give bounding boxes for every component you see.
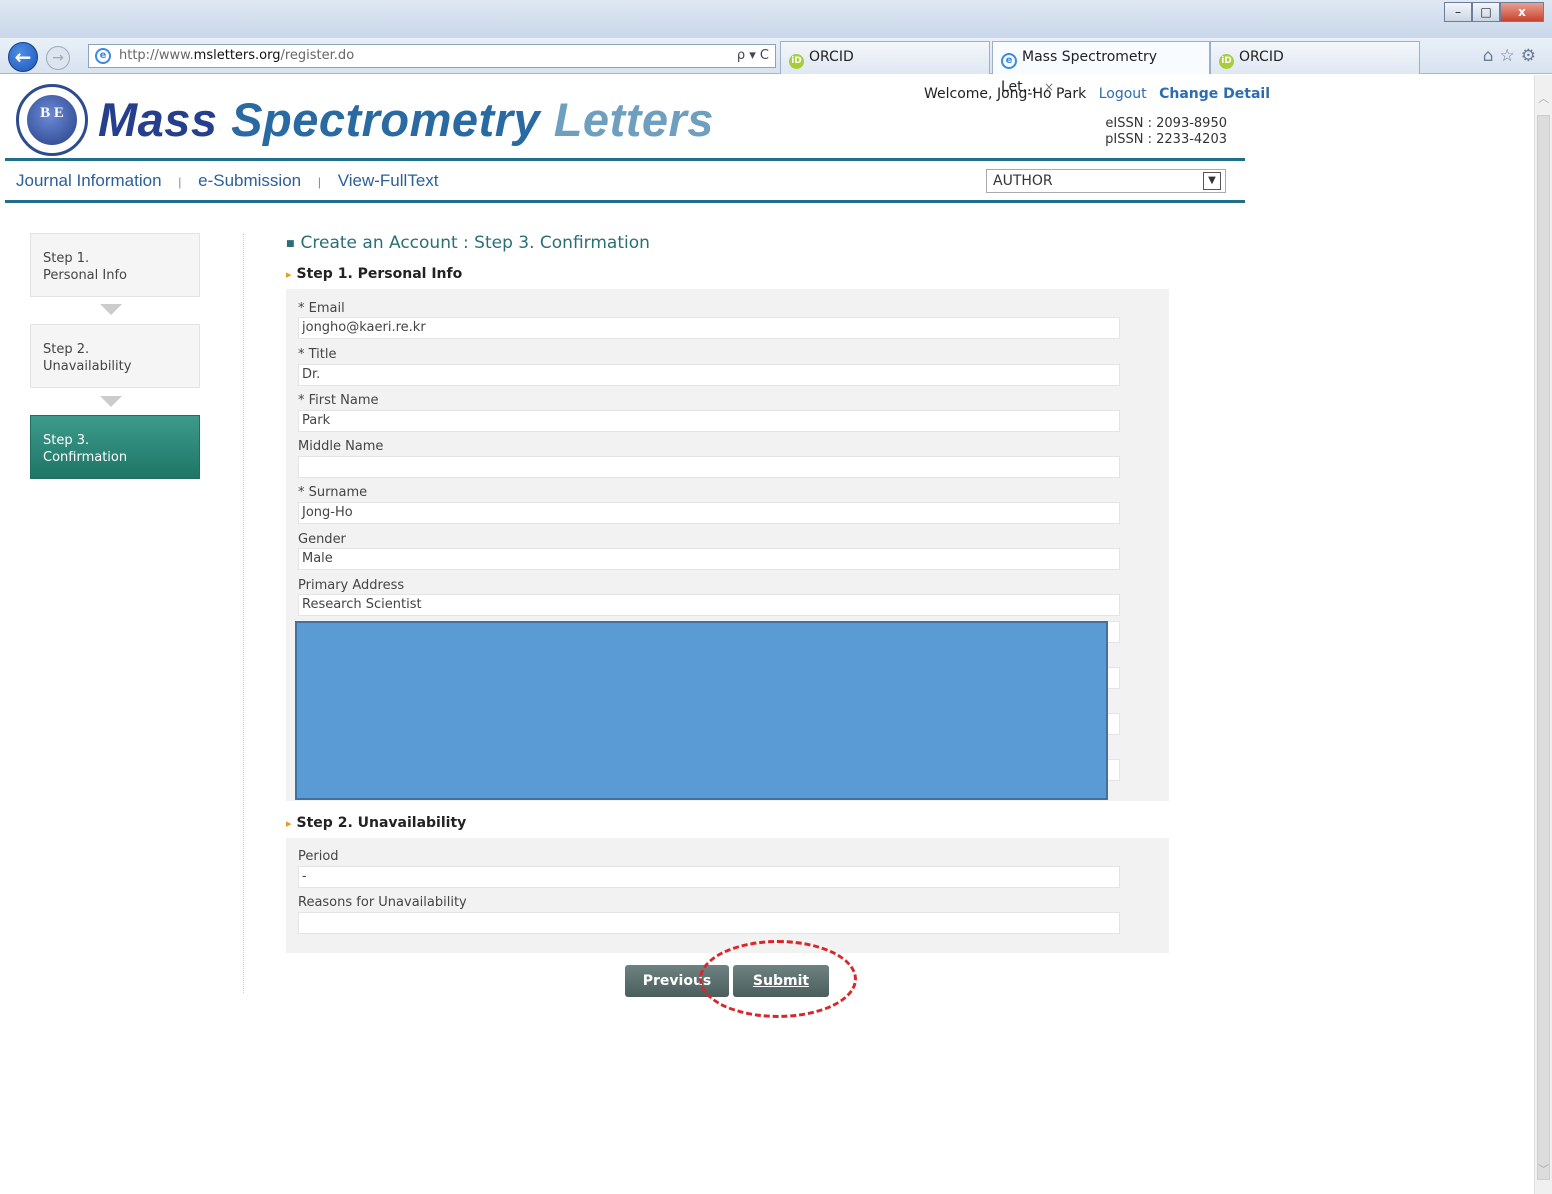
forward-arrow-icon: → xyxy=(52,50,64,66)
sidebar-step-1[interactable]: Step 1. Personal Info xyxy=(30,233,200,297)
step-down-arrow-icon xyxy=(100,304,122,315)
issn-info: eISSN : 2093-8950 pISSN : 2233-4203 xyxy=(1105,116,1227,148)
sidebar-step-3[interactable]: Step 3. Confirmation xyxy=(30,415,200,479)
field-label: * Title xyxy=(298,347,337,362)
sidebar-divider xyxy=(243,233,244,993)
search-refresh-icons[interactable]: ρ ▾ C xyxy=(737,48,769,63)
main-menu: Journal Information | e-Submission | Vie… xyxy=(16,171,439,191)
surname-value: Jong-Ho xyxy=(298,502,1120,524)
menu-journal-information[interactable]: Journal Information xyxy=(16,171,162,190)
reasons-value xyxy=(298,912,1120,934)
forward-button[interactable]: → xyxy=(46,46,70,70)
welcome-text: Welcome, Jong-Ho Park xyxy=(924,86,1087,102)
tab-orcid-2[interactable]: iD ORCID xyxy=(1210,41,1420,74)
menu-divider xyxy=(5,200,1245,203)
period-value: - xyxy=(298,866,1120,888)
primary-address-value: Research Scientist xyxy=(298,594,1120,616)
orcid-icon: iD xyxy=(789,54,804,69)
maximize-button[interactable]: □ xyxy=(1472,2,1500,22)
journal-logo-seal[interactable]: B E xyxy=(16,84,88,156)
back-arrow-icon: ← xyxy=(14,45,32,69)
vertical-scrollbar[interactable]: ︿ ﹀ xyxy=(1534,75,1552,1194)
back-button[interactable]: ← xyxy=(8,42,38,72)
field-label: Middle Name xyxy=(298,439,384,454)
previous-button[interactable]: Previous xyxy=(625,965,729,997)
pissn: pISSN : 2233-4203 xyxy=(1105,132,1227,147)
logo-glyph: B E xyxy=(40,105,64,121)
section-unavailability-title: Step 2. Unavailability xyxy=(286,815,467,831)
change-detail-link[interactable]: Change Detail xyxy=(1159,86,1270,102)
field-label: Period xyxy=(298,849,339,864)
step-down-arrow-icon xyxy=(100,396,122,407)
page-title: Create an Account : Step 3. Confirmation xyxy=(286,233,650,253)
menu-e-submission[interactable]: e-Submission xyxy=(198,171,301,190)
submit-button[interactable]: Submit xyxy=(733,965,829,997)
field-label: Reasons for Unavailability xyxy=(298,895,467,910)
title-value: Dr. xyxy=(298,364,1120,386)
browser-toolbar: ← → e http://www.msletters.org/register.… xyxy=(0,38,1552,95)
unavailability-panel: Period - Reasons for Unavailability xyxy=(286,838,1169,953)
window-controls: – □ x xyxy=(1444,2,1544,22)
address-bar[interactable]: e http://www.msletters.org/register.do ρ… xyxy=(88,44,776,68)
home-favorites-settings-icons[interactable]: ⌂☆⚙ xyxy=(1483,46,1542,66)
field-label: * Email xyxy=(298,301,345,316)
logout-link[interactable]: Logout xyxy=(1099,86,1147,102)
field-label: * Surname xyxy=(298,485,368,500)
sidebar-step-2[interactable]: Step 2. Unavailability xyxy=(30,324,200,388)
email-value: jongho@kaeri.re.kr xyxy=(298,317,1120,339)
section-personal-info-title: Step 1. Personal Info xyxy=(286,266,463,282)
role-select-value: AUTHOR xyxy=(993,173,1053,189)
address-url: http://www.msletters.org/register.do xyxy=(119,48,355,63)
field-label: Gender xyxy=(298,532,346,547)
field-label: Primary Address xyxy=(298,578,405,593)
ie-page-icon: e xyxy=(95,48,111,64)
scroll-down-icon[interactable]: ﹀ xyxy=(1535,1160,1552,1180)
chevron-down-icon[interactable]: ▼ xyxy=(1203,172,1221,190)
scroll-up-icon[interactable]: ︿ xyxy=(1535,89,1552,109)
user-welcome: Welcome, Jong-Ho Park Logout Change Deta… xyxy=(924,86,1270,102)
gender-value: Male xyxy=(298,548,1120,570)
header-divider xyxy=(5,158,1245,161)
first-name-value: Park xyxy=(298,410,1120,432)
role-select[interactable]: AUTHOR ▼ xyxy=(986,169,1226,193)
close-window-button[interactable]: x xyxy=(1500,2,1544,22)
ie-tab-icon: e xyxy=(1001,53,1017,69)
tab-orcid-1[interactable]: iD ORCID xyxy=(780,41,990,74)
site-title[interactable]: Mass Spectrometry Letters xyxy=(98,92,714,147)
eissn: eISSN : 2093-8950 xyxy=(1105,116,1227,131)
menu-view-fulltext[interactable]: View-FullText xyxy=(338,171,439,190)
middle-name-value xyxy=(298,456,1120,478)
field-label: * First Name xyxy=(298,393,379,408)
minimize-button[interactable]: – xyxy=(1444,2,1472,22)
menu-separator: | xyxy=(178,175,182,189)
redaction-box xyxy=(295,621,1108,800)
window-titlebar: – □ x xyxy=(0,0,1552,38)
orcid-icon: iD xyxy=(1219,54,1234,69)
menu-separator: | xyxy=(317,175,321,189)
scroll-thumb[interactable] xyxy=(1537,115,1550,1180)
tab-mass-spectrometry[interactable]: e Mass Spectrometry Let... × xyxy=(992,41,1210,95)
